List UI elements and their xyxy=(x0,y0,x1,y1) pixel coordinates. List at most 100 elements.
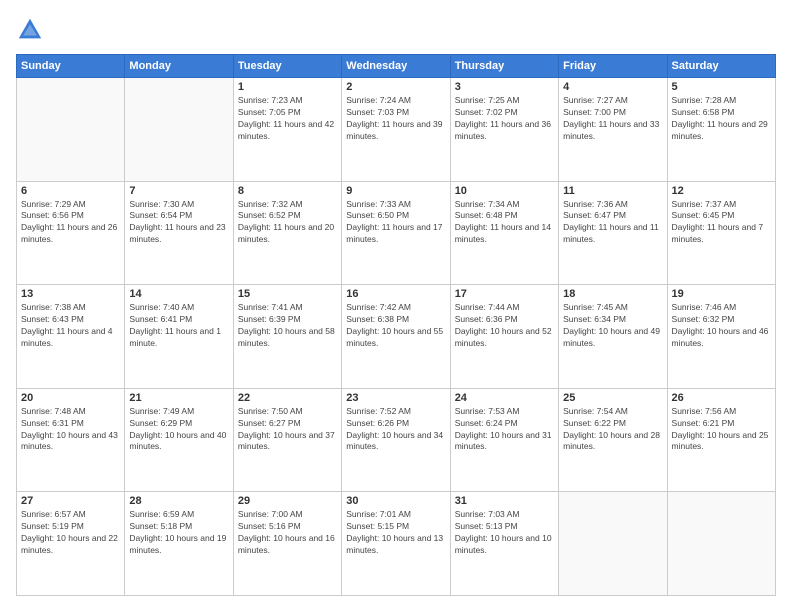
day-number: 3 xyxy=(455,81,554,93)
calendar-cell: 16 Sunrise: 7:42 AM Sunset: 6:38 PM Dayli… xyxy=(342,285,450,389)
calendar-cell: 3 Sunrise: 7:25 AM Sunset: 7:02 PM Daylig… xyxy=(450,78,558,182)
cell-info: Sunrise: 7:56 AM Sunset: 6:21 PM Dayligh… xyxy=(672,406,771,454)
day-number: 13 xyxy=(21,288,120,300)
header xyxy=(16,16,776,44)
calendar-cell xyxy=(559,492,667,596)
day-number: 26 xyxy=(672,392,771,404)
cell-info: Sunrise: 7:34 AM Sunset: 6:48 PM Dayligh… xyxy=(455,199,554,247)
calendar-day-header: Saturday xyxy=(667,55,775,78)
calendar-week-row: 20 Sunrise: 7:48 AM Sunset: 6:31 PM Dayli… xyxy=(17,388,776,492)
calendar-cell: 20 Sunrise: 7:48 AM Sunset: 6:31 PM Dayli… xyxy=(17,388,125,492)
day-number: 27 xyxy=(21,495,120,507)
day-number: 2 xyxy=(346,81,445,93)
calendar-cell: 22Sunrise: 7:50 AM Sunset: 6:27 PM Dayli… xyxy=(233,388,341,492)
day-number: 21 xyxy=(129,392,228,404)
day-number: 29 xyxy=(238,495,337,507)
day-number: 11 xyxy=(563,185,662,197)
calendar-cell: 29 Sunrise: 7:00 AM Sunset: 5:16 PM Dayli… xyxy=(233,492,341,596)
logo xyxy=(16,16,48,44)
calendar-cell: 9 Sunrise: 7:33 AM Sunset: 6:50 PM Daylig… xyxy=(342,181,450,285)
calendar-header-row: SundayMondayTuesdayWednesdayThursdayFrid… xyxy=(17,55,776,78)
cell-info: Sunrise: 7:49 AM Sunset: 6:29 PM Dayligh… xyxy=(129,406,228,454)
day-number: 31 xyxy=(455,495,554,507)
day-number: 16 xyxy=(346,288,445,300)
cell-info: Sunrise: 7:00 AM Sunset: 5:16 PM Dayligh… xyxy=(238,509,337,557)
day-number: 12 xyxy=(672,185,771,197)
cell-info: Sunrise: 7:01 AM Sunset: 5:15 PM Dayligh… xyxy=(346,509,445,557)
day-number: 8 xyxy=(238,185,337,197)
day-number: 17 xyxy=(455,288,554,300)
cell-info: Sunrise: 7:32 AM Sunset: 6:52 PM Dayligh… xyxy=(238,199,337,247)
logo-icon xyxy=(16,16,44,44)
cell-info: Sunrise: 7:03 AM Sunset: 5:13 PM Dayligh… xyxy=(455,509,554,557)
calendar-cell: 11 Sunrise: 7:36 AM Sunset: 6:47 PM Dayli… xyxy=(559,181,667,285)
cell-info: Sunrise: 7:37 AM Sunset: 6:45 PM Dayligh… xyxy=(672,199,771,247)
cell-info: Sunrise: 7:23 AM Sunset: 7:05 PM Dayligh… xyxy=(238,95,337,143)
cell-info: Sunrise: 7:45 AM Sunset: 6:34 PM Dayligh… xyxy=(563,302,662,350)
cell-info: Sunrise: 7:52 AM Sunset: 6:26 PM Dayligh… xyxy=(346,406,445,454)
calendar-cell: 12 Sunrise: 7:37 AM Sunset: 6:45 PM Dayli… xyxy=(667,181,775,285)
cell-info: Sunrise: 7:41 AM Sunset: 6:39 PM Dayligh… xyxy=(238,302,337,350)
day-number: 9 xyxy=(346,185,445,197)
cell-info: Sunrise: 7:25 AM Sunset: 7:02 PM Dayligh… xyxy=(455,95,554,143)
calendar-week-row: 13 Sunrise: 7:38 AM Sunset: 6:43 PM Dayli… xyxy=(17,285,776,389)
calendar-body: 1 Sunrise: 7:23 AM Sunset: 7:05 PM Daylig… xyxy=(17,78,776,596)
day-number: 10 xyxy=(455,185,554,197)
calendar-cell: 31 Sunrise: 7:03 AM Sunset: 5:13 PM Dayli… xyxy=(450,492,558,596)
day-number: 23 xyxy=(346,392,445,404)
calendar-cell: 27 Sunrise: 6:57 AM Sunset: 5:19 PM Dayli… xyxy=(17,492,125,596)
calendar-cell: 10 Sunrise: 7:34 AM Sunset: 6:48 PM Dayli… xyxy=(450,181,558,285)
cell-info: Sunrise: 6:57 AM Sunset: 5:19 PM Dayligh… xyxy=(21,509,120,557)
calendar-cell: 5Sunrise: 7:28 AM Sunset: 6:58 PM Daylig… xyxy=(667,78,775,182)
day-number: 7 xyxy=(129,185,228,197)
cell-info: Sunrise: 7:44 AM Sunset: 6:36 PM Dayligh… xyxy=(455,302,554,350)
calendar-cell: 30Sunrise: 7:01 AM Sunset: 5:15 PM Dayli… xyxy=(342,492,450,596)
calendar-cell xyxy=(17,78,125,182)
cell-info: Sunrise: 7:28 AM Sunset: 6:58 PM Dayligh… xyxy=(672,95,771,143)
cell-info: Sunrise: 7:36 AM Sunset: 6:47 PM Dayligh… xyxy=(563,199,662,247)
calendar-cell: 18 Sunrise: 7:45 AM Sunset: 6:34 PM Dayli… xyxy=(559,285,667,389)
calendar-cell: 24Sunrise: 7:53 AM Sunset: 6:24 PM Dayli… xyxy=(450,388,558,492)
day-number: 1 xyxy=(238,81,337,93)
cell-info: Sunrise: 7:42 AM Sunset: 6:38 PM Dayligh… xyxy=(346,302,445,350)
calendar-cell: 7 Sunrise: 7:30 AM Sunset: 6:54 PM Daylig… xyxy=(125,181,233,285)
cell-info: Sunrise: 7:40 AM Sunset: 6:41 PM Dayligh… xyxy=(129,302,228,350)
cell-info: Sunrise: 7:33 AM Sunset: 6:50 PM Dayligh… xyxy=(346,199,445,247)
calendar-cell: 8 Sunrise: 7:32 AM Sunset: 6:52 PM Daylig… xyxy=(233,181,341,285)
day-number: 18 xyxy=(563,288,662,300)
calendar-cell: 25Sunrise: 7:54 AM Sunset: 6:22 PM Dayli… xyxy=(559,388,667,492)
page: SundayMondayTuesdayWednesdayThursdayFrid… xyxy=(0,0,792,612)
day-number: 22 xyxy=(238,392,337,404)
calendar-week-row: 6Sunrise: 7:29 AM Sunset: 6:56 PM Daylig… xyxy=(17,181,776,285)
calendar-week-row: 27 Sunrise: 6:57 AM Sunset: 5:19 PM Dayli… xyxy=(17,492,776,596)
cell-info: Sunrise: 7:30 AM Sunset: 6:54 PM Dayligh… xyxy=(129,199,228,247)
day-number: 20 xyxy=(21,392,120,404)
calendar-cell: 19 Sunrise: 7:46 AM Sunset: 6:32 PM Dayli… xyxy=(667,285,775,389)
calendar-cell xyxy=(125,78,233,182)
cell-info: Sunrise: 7:38 AM Sunset: 6:43 PM Dayligh… xyxy=(21,302,120,350)
calendar-cell xyxy=(667,492,775,596)
calendar-cell: 26 Sunrise: 7:56 AM Sunset: 6:21 PM Dayli… xyxy=(667,388,775,492)
day-number: 4 xyxy=(563,81,662,93)
day-number: 15 xyxy=(238,288,337,300)
cell-info: Sunrise: 7:46 AM Sunset: 6:32 PM Dayligh… xyxy=(672,302,771,350)
cell-info: Sunrise: 7:24 AM Sunset: 7:03 PM Dayligh… xyxy=(346,95,445,143)
calendar-cell: 21 Sunrise: 7:49 AM Sunset: 6:29 PM Dayli… xyxy=(125,388,233,492)
cell-info: Sunrise: 6:59 AM Sunset: 5:18 PM Dayligh… xyxy=(129,509,228,557)
day-number: 19 xyxy=(672,288,771,300)
day-number: 24 xyxy=(455,392,554,404)
calendar-day-header: Friday xyxy=(559,55,667,78)
calendar-cell: 14 Sunrise: 7:40 AM Sunset: 6:41 PM Dayli… xyxy=(125,285,233,389)
calendar-cell: 23 Sunrise: 7:52 AM Sunset: 6:26 PM Dayli… xyxy=(342,388,450,492)
cell-info: Sunrise: 7:27 AM Sunset: 7:00 PM Dayligh… xyxy=(563,95,662,143)
calendar-cell: 13 Sunrise: 7:38 AM Sunset: 6:43 PM Dayli… xyxy=(17,285,125,389)
cell-info: Sunrise: 7:54 AM Sunset: 6:22 PM Dayligh… xyxy=(563,406,662,454)
calendar-cell: 2 Sunrise: 7:24 AM Sunset: 7:03 PM Daylig… xyxy=(342,78,450,182)
calendar-day-header: Thursday xyxy=(450,55,558,78)
day-number: 28 xyxy=(129,495,228,507)
cell-info: Sunrise: 7:48 AM Sunset: 6:31 PM Dayligh… xyxy=(21,406,120,454)
calendar-week-row: 1 Sunrise: 7:23 AM Sunset: 7:05 PM Daylig… xyxy=(17,78,776,182)
calendar-cell: 1 Sunrise: 7:23 AM Sunset: 7:05 PM Daylig… xyxy=(233,78,341,182)
calendar-cell: 17 Sunrise: 7:44 AM Sunset: 6:36 PM Dayli… xyxy=(450,285,558,389)
day-number: 14 xyxy=(129,288,228,300)
